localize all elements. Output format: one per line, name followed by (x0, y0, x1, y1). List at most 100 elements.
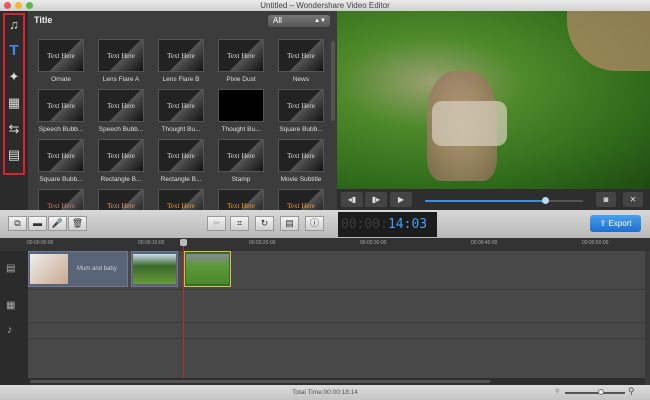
filter-dropdown[interactable]: All ▲▼ (268, 15, 330, 27)
export-button[interactable]: ⇪ Export (590, 215, 641, 232)
total-time: Total Time:00:00:18:14 (292, 389, 358, 396)
fullscreen-button[interactable]: ✕ (623, 192, 643, 207)
title-template-thumbnail[interactable]: Text Here (158, 189, 204, 210)
title-template-thumbnail[interactable]: Text Here (278, 89, 324, 122)
ruler-tick-label: 00:00:00:00 (27, 240, 54, 246)
title-template-thumbnail[interactable] (218, 89, 264, 122)
next-frame-button[interactable]: ▮▸ (365, 192, 387, 207)
status-bar: Total Time:00:00:18:14 (0, 385, 650, 400)
title-template-thumbnail[interactable]: Text Here (158, 89, 204, 122)
track-divider (28, 338, 645, 339)
record-voice-button[interactable]: 🎤 (48, 216, 67, 231)
clip-label: Mum and baby (77, 266, 117, 272)
timeline-clip-selected[interactable] (184, 251, 231, 287)
title-template-thumbnail[interactable]: Text Here (38, 139, 84, 172)
video-preview (337, 11, 650, 189)
magic-wand-icon[interactable]: ✦ (6, 69, 22, 85)
add-media-button[interactable]: ⧉ (8, 216, 27, 231)
library-title: Title (34, 15, 53, 25)
seek-progress (425, 200, 547, 202)
edit-toolbar: ⧉ ▬ 🎤 🗑 ✂ ⌗ ↻ ▤ ⓘ (0, 210, 650, 238)
video-track-icon: ▤ (6, 263, 16, 274)
title-template-label: News (292, 76, 310, 83)
title-template-thumbnail[interactable]: Text Here (158, 139, 204, 172)
caption-button[interactable]: ▬ (28, 216, 47, 231)
crop-button[interactable]: ⌗ (230, 216, 249, 231)
title-template-thumbnail[interactable]: Text Here (158, 39, 204, 72)
clip-thumbnail (133, 254, 176, 284)
pip-track-icon: ▦ (6, 300, 16, 311)
title-template-thumbnail[interactable]: Text Here (98, 189, 144, 210)
snapshot-button[interactable]: ◙ (596, 192, 616, 207)
zoom-in-icon[interactable]: ⚲ (628, 386, 635, 397)
split-button[interactable]: ✂ (207, 216, 226, 231)
zoom-slider-handle[interactable] (598, 389, 604, 395)
title-template-thumbnail[interactable]: Text Here (38, 189, 84, 210)
title-template-thumbnail[interactable]: Text Here (218, 189, 264, 210)
title-template-label: Pixie Dust (226, 76, 256, 83)
title-template-label: Movie Subtitle (280, 176, 322, 183)
title-template-label: Rectangle B... (160, 176, 202, 183)
filter-value: All (273, 16, 282, 25)
library-scrollbar[interactable] (331, 41, 335, 121)
title-template-thumbnail[interactable]: Text Here (278, 189, 324, 210)
zoom-window-button[interactable] (26, 2, 33, 9)
zoom-out-icon[interactable]: ⚲ (555, 388, 559, 395)
ruler-tick-label: 00:00:30:00 (360, 240, 387, 246)
title-template-thumbnail[interactable]: Text Here (38, 39, 84, 72)
title-bar: Untitled – Wondershare Video Editor (0, 0, 650, 11)
timeline-scroll-thumb[interactable] (30, 380, 490, 383)
play-button[interactable]: ▶ (390, 192, 412, 207)
title-template-label: Ornate (51, 76, 71, 83)
title-template-thumbnail[interactable]: Text Here (218, 139, 264, 172)
prev-frame-button[interactable]: ◂▮ (341, 192, 363, 207)
media-music-icon[interactable]: ♫ (6, 17, 22, 33)
timeline-zoom-slider[interactable] (565, 392, 625, 394)
title-template-label: Speech Bubb... (38, 126, 84, 133)
timecode-seconds-frames: 14:03 (387, 217, 428, 232)
title-template-label: Lens Flare B (162, 76, 200, 83)
title-template-label: Thought Bu... (161, 126, 201, 133)
title-template-label: Square Bubb... (39, 176, 83, 183)
title-template-label: Stamp (231, 176, 251, 183)
ruler-tick-label: 00:00:20:00 (249, 240, 276, 246)
clip-thumbnail (186, 254, 229, 284)
ruler-tick-label: 00:00:50:00 (582, 240, 609, 246)
timecode-hours-minutes: 00:00: (341, 217, 388, 232)
title-template-thumbnail[interactable]: Text Here (38, 89, 84, 122)
title-template-thumbnail[interactable]: Text Here (98, 39, 144, 72)
track-divider (28, 289, 645, 290)
clip-thumbnail (30, 254, 68, 284)
timeline-ruler[interactable] (0, 238, 650, 251)
delete-button[interactable]: 🗑 (68, 216, 87, 231)
seek-handle[interactable] (542, 197, 549, 204)
track-divider (28, 322, 645, 323)
playhead-handle[interactable] (180, 239, 187, 246)
title-template-thumbnail[interactable]: Text Here (98, 89, 144, 122)
export-label: Export (608, 219, 632, 228)
title-template-label: Speech Bubb... (98, 126, 144, 133)
playhead[interactable] (183, 244, 184, 379)
timeline-clip[interactable]: Mum and baby (28, 251, 128, 287)
music-track-icon: ♪ (7, 324, 13, 336)
info-button[interactable]: ⓘ (305, 216, 324, 231)
timeline-clip[interactable] (131, 251, 178, 287)
clapper-icon[interactable]: ▤ (6, 147, 22, 163)
close-window-button[interactable] (4, 2, 11, 9)
ruler-tick-label: 00:00:10:00 (138, 240, 165, 246)
edit-button[interactable]: ▤ (280, 216, 299, 231)
title-template-thumbnail[interactable]: Text Here (278, 139, 324, 172)
minimize-window-button[interactable] (15, 2, 22, 9)
chevron-updown-icon: ▲▼ (314, 18, 326, 24)
ruler-tick-label: 00:00:40:00 (471, 240, 498, 246)
text-title-icon[interactable]: T (6, 43, 22, 59)
timecode-display: 00:00:14:03 (338, 212, 437, 237)
transition-icon[interactable]: ⇆ (6, 121, 22, 137)
title-template-thumbnail[interactable]: Text Here (98, 139, 144, 172)
title-template-thumbnail[interactable]: Text Here (218, 39, 264, 72)
title-template-label: Thought Bu... (221, 126, 261, 133)
picture-in-picture-icon[interactable]: ▦ (6, 95, 22, 111)
rotate-button[interactable]: ↻ (255, 216, 274, 231)
title-template-thumbnail[interactable]: Text Here (278, 39, 324, 72)
title-template-label: Lens Flare A (102, 76, 140, 83)
